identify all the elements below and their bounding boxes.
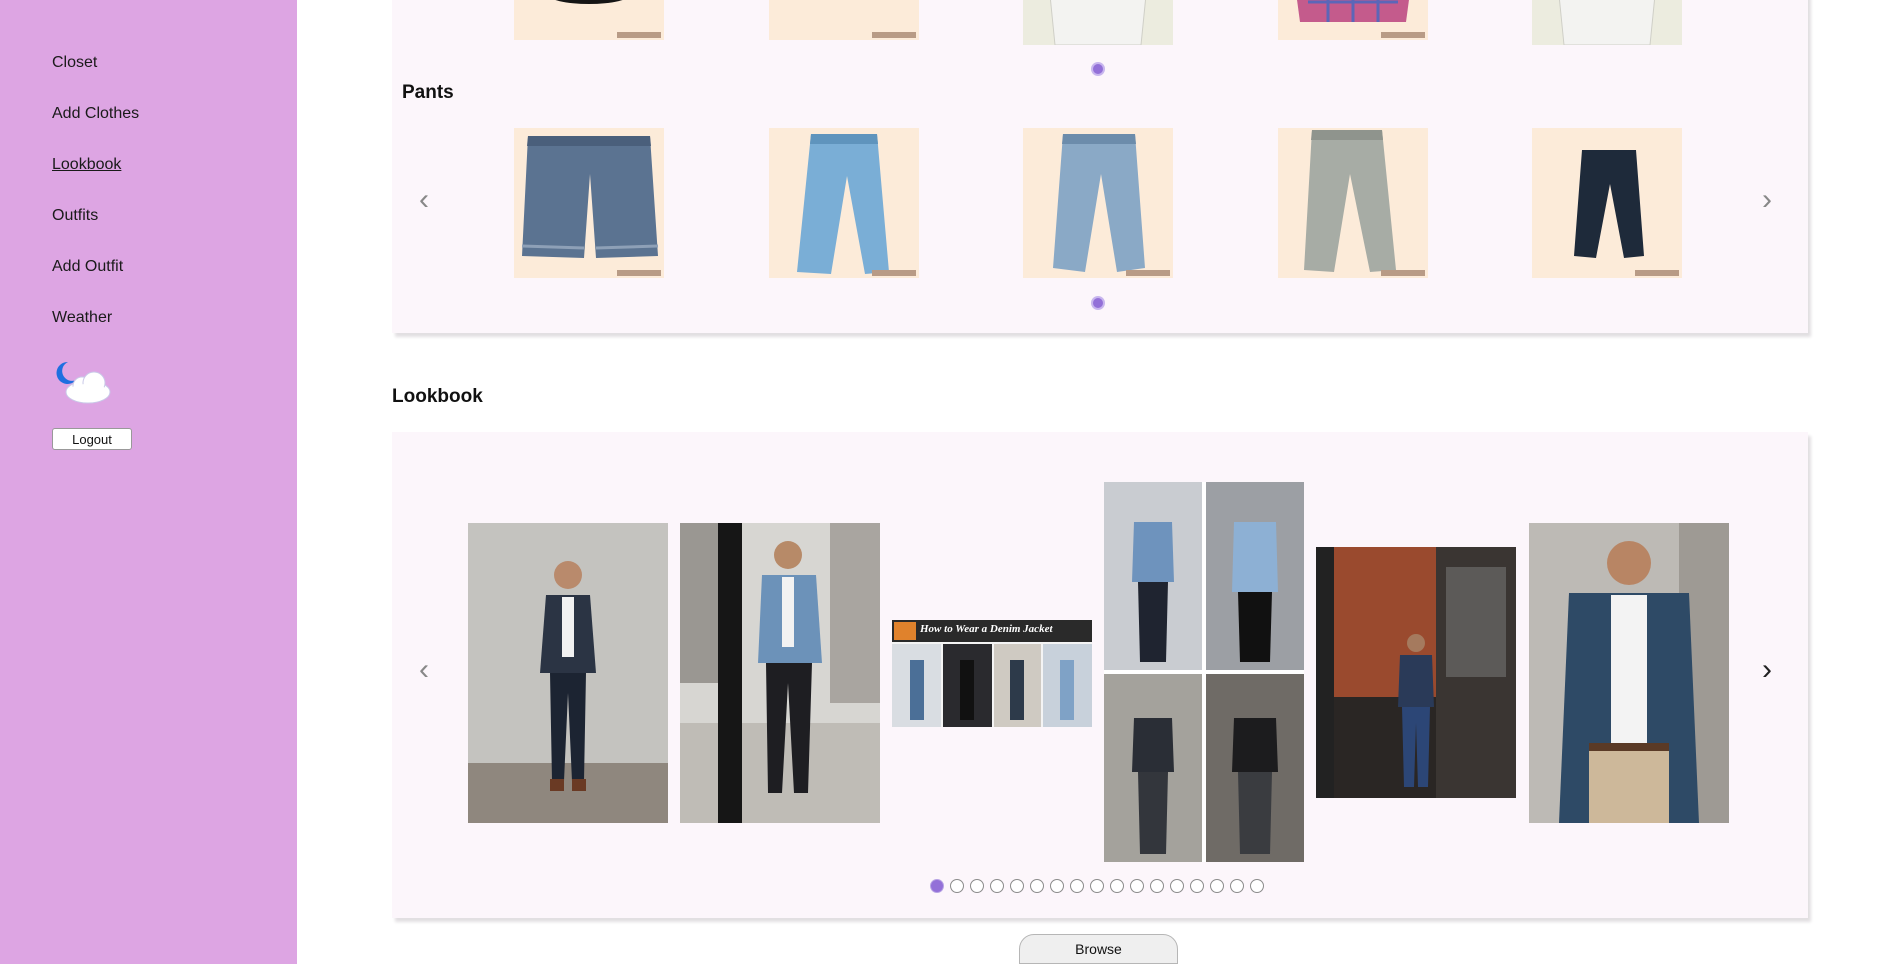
browse-button[interactable]: Browse bbox=[1019, 934, 1178, 964]
page-dot-3[interactable] bbox=[970, 879, 984, 893]
lookbook-photo-1[interactable] bbox=[468, 523, 668, 823]
top-garment-2[interactable] bbox=[769, 0, 919, 40]
page-dot-6[interactable] bbox=[1030, 879, 1044, 893]
banner-title: How to Wear a Denim Jacket bbox=[920, 623, 1053, 635]
sidebar-item-weather[interactable]: Weather bbox=[52, 309, 112, 327]
watermark bbox=[872, 270, 916, 276]
page-dot-12[interactable] bbox=[1150, 879, 1164, 893]
page-dot-11[interactable] bbox=[1130, 879, 1144, 893]
watermark bbox=[872, 32, 916, 38]
page-dot-16[interactable] bbox=[1230, 879, 1244, 893]
page-dot-4[interactable] bbox=[990, 879, 1004, 893]
pants-prev-arrow[interactable]: ‹ bbox=[419, 185, 429, 215]
sidebar: Closet Add Clothes Lookbook Outfits Add … bbox=[0, 0, 297, 964]
sidebar-item-lookbook[interactable]: Lookbook bbox=[52, 156, 121, 174]
lookbook-photo-3[interactable]: How to Wear a Denim Jacket bbox=[892, 620, 1092, 727]
pants-item-1[interactable] bbox=[514, 128, 664, 278]
lookbook-section-title: Lookbook bbox=[392, 386, 483, 407]
pants-carousel-dot[interactable] bbox=[1091, 296, 1105, 310]
sidebar-item-outfits[interactable]: Outfits bbox=[52, 207, 98, 225]
page-dot-17[interactable] bbox=[1250, 879, 1264, 893]
pants-section-title: Pants bbox=[402, 82, 454, 103]
pants-item-3[interactable] bbox=[1023, 128, 1173, 278]
pants-item-5[interactable] bbox=[1532, 128, 1682, 278]
lookbook-photo-5[interactable] bbox=[1316, 547, 1516, 798]
watermark bbox=[1126, 270, 1170, 276]
watermark bbox=[617, 270, 661, 276]
lookbook-prev-arrow[interactable]: ‹ bbox=[419, 655, 429, 685]
tops-carousel-dot[interactable] bbox=[1091, 62, 1105, 76]
page-dot-2[interactable] bbox=[950, 879, 964, 893]
lookbook-pagination bbox=[930, 879, 1264, 893]
page-dot-10[interactable] bbox=[1110, 879, 1124, 893]
lookbook-photo-2[interactable] bbox=[680, 523, 880, 823]
pants-item-4[interactable] bbox=[1278, 128, 1428, 278]
moon-cloud-icon bbox=[52, 358, 122, 410]
watermark bbox=[617, 32, 661, 38]
lookbook-photo-4[interactable] bbox=[1104, 482, 1304, 862]
top-garment-4[interactable] bbox=[1278, 0, 1428, 40]
pants-next-arrow[interactable]: › bbox=[1762, 185, 1772, 215]
lookbook-photo-6[interactable] bbox=[1529, 523, 1729, 823]
watermark bbox=[1635, 270, 1679, 276]
top-garment-3[interactable] bbox=[1023, 0, 1173, 45]
page-dot-15[interactable] bbox=[1210, 879, 1224, 893]
page-dot-13[interactable] bbox=[1170, 879, 1184, 893]
pants-item-2[interactable] bbox=[769, 128, 919, 278]
page-dot-14[interactable] bbox=[1190, 879, 1204, 893]
top-garment-5[interactable] bbox=[1532, 0, 1682, 45]
logout-button[interactable]: Logout bbox=[52, 428, 132, 450]
sidebar-item-add-clothes[interactable]: Add Clothes bbox=[52, 105, 139, 123]
sidebar-item-add-outfit[interactable]: Add Outfit bbox=[52, 258, 123, 276]
top-garment-1[interactable] bbox=[514, 0, 664, 40]
page-dot-9[interactable] bbox=[1090, 879, 1104, 893]
watermark bbox=[1381, 270, 1425, 276]
page-dot-8[interactable] bbox=[1070, 879, 1084, 893]
sidebar-item-closet[interactable]: Closet bbox=[52, 54, 97, 72]
watermark bbox=[1381, 32, 1425, 38]
page-dot-1[interactable] bbox=[930, 879, 944, 893]
page-dot-5[interactable] bbox=[1010, 879, 1024, 893]
lookbook-next-arrow[interactable]: › bbox=[1762, 655, 1772, 685]
page-dot-7[interactable] bbox=[1050, 879, 1064, 893]
